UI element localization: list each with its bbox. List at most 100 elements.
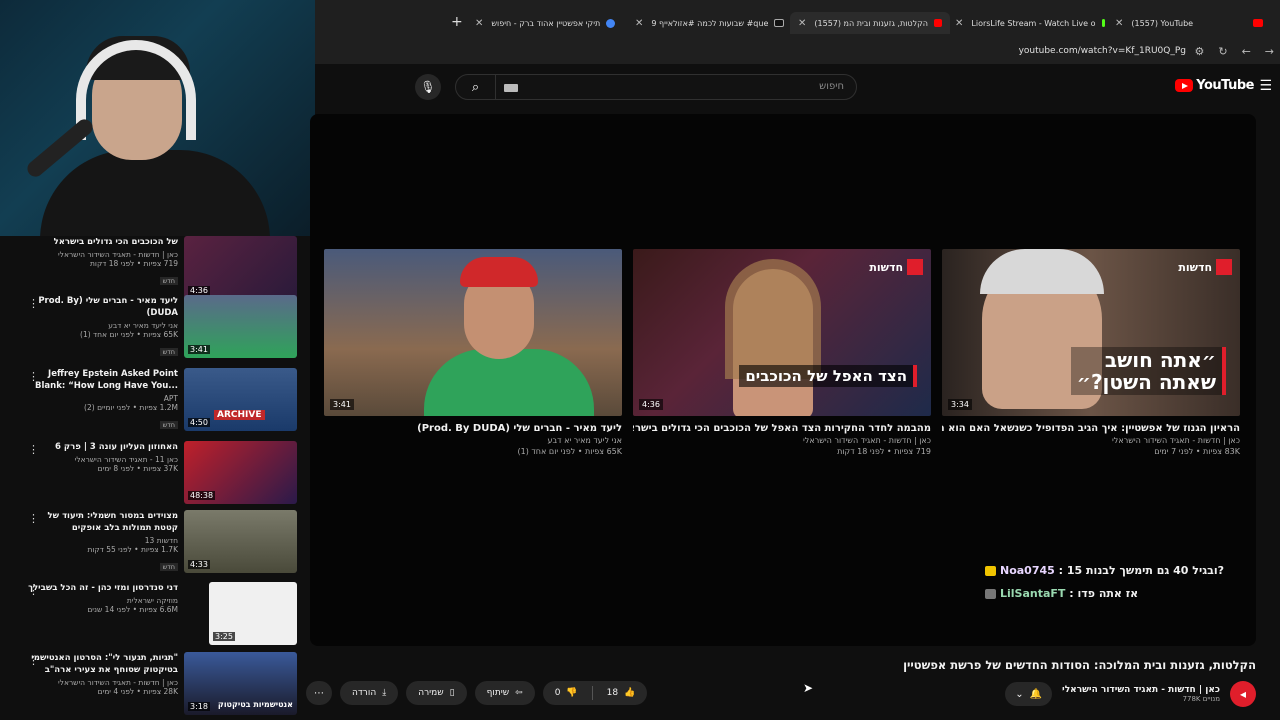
back-icon[interactable]: ←	[1242, 45, 1251, 58]
video-thumbnail[interactable]: אנטישמיות בטיקטוק 3:18	[184, 652, 297, 715]
close-tab-icon[interactable]: ✕	[475, 18, 483, 29]
endscreen-card[interactable]: 3:41 ליעד מאיר - חברים שלי (Prod. By DUD…	[324, 249, 622, 456]
video-thumbnail[interactable]: 4:33	[184, 510, 297, 573]
channel-info[interactable]: כאן | חדשות - תאגיד השידור הישראלי 778K …	[1062, 685, 1220, 703]
search-box[interactable]: ⌕ חיפוש	[455, 74, 857, 100]
list-item[interactable]: ⋮ 3:41 ליעד מאיר - חברים שלי (Prod. By D…	[18, 295, 300, 363]
new-tab-button[interactable]: +	[451, 14, 463, 30]
endscreen-meta: 83K צפיות • לפני 7 ימים	[1154, 447, 1240, 456]
duration-badge: 3:41	[188, 345, 210, 354]
search-input[interactable]: חיפוש	[819, 81, 844, 92]
list-item-title[interactable]: של הכוכבים הכי גדולים בישראל	[28, 236, 178, 248]
list-item-title[interactable]: Jeffrey Epstein Asked Point Blank: “How …	[28, 368, 178, 392]
streamer-body	[40, 150, 270, 236]
search-button[interactable]: ⌕	[456, 75, 496, 99]
more-actions-button[interactable]: ⋯	[306, 681, 332, 705]
youtube-logo[interactable]: YouTube	[1175, 78, 1254, 93]
endscreen-meta: 65K צפיות • לפני יום אחד (1)	[517, 447, 622, 456]
list-item[interactable]: ⋮ 3:25 דני סנדרסון ומזי כהן - זה הכל בשב…	[18, 582, 300, 650]
channel-name[interactable]: כאן | חדשות - תאגיד השידור הישראלי	[1062, 685, 1220, 695]
video-actions: ⋯ הורדה ⤓ שמירה ▯ שיתוף ⇦ 0 👎 18 👍	[306, 681, 648, 705]
list-item-info: Jeffrey Epstein Asked Point Blank: “How …	[28, 368, 178, 431]
chat-text: : אז אתה פדו	[1069, 587, 1139, 600]
endscreen-title[interactable]: הראיון הגנוז של אפשטיין: איך הגיב הפדופי…	[942, 423, 1240, 434]
browser-tab-active[interactable]: ✕ (1557) הקלטות, גזענות ובית המ	[790, 12, 950, 34]
address-bar[interactable]: youtube.com/watch?v=Kf_1RU0Q_Pg ⚙ ↻ ← →	[315, 42, 1280, 64]
duration-badge: 3:18	[188, 702, 210, 711]
chevron-down-icon: ⌄	[1015, 688, 1024, 700]
browser-tab[interactable]: ✕ LiorsLife Stream - Watch Live o	[955, 12, 1105, 34]
browser-tabbar: + ✕ תיקי אפשטיין אהוד ברק - חיפוש ✕ 9 שב…	[315, 0, 1280, 42]
list-item-channel: חדשות 13	[144, 536, 178, 545]
browser-tab[interactable]: ✕ 9 שבועות לכמה #אזולאייף #que	[635, 12, 785, 34]
list-item-channel: כאן | חדשות - תאגיד השידור הישראלי	[58, 678, 178, 687]
dislike-icon[interactable]: 👎	[566, 688, 577, 698]
endscreen-card[interactable]: חדשות הצד האפל של הכוכבים 4:36 מהבמה לחד…	[633, 249, 931, 456]
tab-label: 9 שבועות לכמה #אזולאייף #que	[651, 18, 769, 28]
subscription-bell-button[interactable]: ⌄ 🔔	[1005, 682, 1053, 706]
endscreen-thumbnail[interactable]: חדשות הצד האפל של הכוכבים 4:36	[633, 249, 931, 416]
list-item-title[interactable]: ליעד מאיר - חברים שלי (Prod. By DUDA)	[28, 295, 178, 319]
tune-icon[interactable]: ⚙	[1194, 45, 1204, 58]
like-icon[interactable]: 👍	[624, 688, 635, 698]
download-button[interactable]: הורדה ⤓	[340, 681, 399, 705]
keyboard-icon[interactable]	[504, 84, 518, 92]
url-text[interactable]: youtube.com/watch?v=Kf_1RU0Q_Pg	[1019, 46, 1186, 56]
list-item-views: 37K צפיות • לפני 8 ימים	[97, 464, 178, 473]
forward-icon[interactable]: →	[1265, 45, 1274, 58]
thumbnail-caption: ״אתה חושב שאתה השטן?״	[1070, 347, 1226, 395]
list-item-title[interactable]: האחוזון העליון עונה 3 | פרק 6	[28, 441, 178, 453]
duration-badge: 4:36	[639, 399, 663, 410]
duration-badge: 4:33	[188, 560, 210, 569]
video-thumbnail[interactable]: 4:36	[184, 236, 297, 299]
like-count: 18	[606, 688, 619, 698]
hamburger-menu-icon[interactable]: ☰	[1259, 78, 1272, 94]
endscreen-card[interactable]: חדשות ״אתה חושב שאתה השטן?״ 3:34 הראיון …	[942, 249, 1240, 456]
duration-badge: 4:36	[188, 286, 210, 295]
endscreen-channel: כאן | חדשות - תאגיד השידור הישראלי	[1112, 436, 1240, 445]
voice-search-button[interactable]: 🎙	[415, 74, 441, 100]
save-button[interactable]: שמירה ▯	[406, 681, 467, 705]
endscreen-title[interactable]: מהבמה לחדר החקירות הצד האפל של הכוכבים ה…	[633, 423, 931, 434]
list-item-title[interactable]: מצוידים במסור חשמלי: תיעוד של קטטת תמולו…	[28, 510, 178, 534]
video-thumbnail[interactable]: 3:41	[184, 295, 297, 358]
close-tab-icon[interactable]: ✕	[635, 18, 643, 29]
user-badge-icon	[985, 589, 996, 599]
nav-controls: ⚙ ↻ ← →	[1194, 45, 1274, 58]
endscreen-title[interactable]: ליעד מאיר - חברים שלי (Prod. By DUDA)	[324, 423, 622, 434]
more-icon: ⋯	[314, 687, 324, 699]
screen: + ✕ תיקי אפשטיין אהוד ברק - חיפוש ✕ 9 שב…	[0, 0, 1280, 720]
logo-text: YouTube	[1196, 78, 1254, 93]
badge-label: חדשות	[1178, 260, 1212, 274]
video-thumbnail[interactable]: 3:25	[209, 582, 297, 645]
list-item[interactable]: ⋮ 48:38 האחוזון העליון עונה 3 | פרק 6 כא…	[18, 441, 300, 509]
list-item[interactable]: 4:36 של הכוכבים הכי גדולים בישראל כאן | …	[18, 236, 300, 304]
browser-tab[interactable]: ✕ תיקי אפשטיין אהוד ברק - חיפוש	[475, 12, 625, 34]
close-tab-icon[interactable]: ✕	[955, 18, 963, 29]
kan-logo-icon	[1216, 259, 1232, 275]
chat-message: LilSantaFT : אז אתה פדו	[985, 587, 1245, 600]
share-button[interactable]: שיתוף ⇦	[474, 681, 535, 705]
duration-badge: 4:50	[188, 418, 210, 427]
endscreen-channel: כאן | חדשות - תאגיד השידור הישראלי	[803, 436, 931, 445]
endscreen-thumbnail[interactable]: 3:41	[324, 249, 622, 416]
endscreen-thumbnail[interactable]: חדשות ״אתה חושב שאתה השטן?״ 3:34	[942, 249, 1240, 416]
list-item-views: 6.6M צפיות • לפני 14 שנים	[87, 605, 178, 614]
tab-label: (1557) הקלטות, גזענות ובית המ	[814, 18, 929, 28]
channel-avatar[interactable]: ◂	[1230, 681, 1256, 707]
list-item-info: מצוידים במסור חשמלי: תיעוד של קטטת תמולו…	[28, 510, 178, 573]
video-thumbnail[interactable]: 48:38	[184, 441, 297, 504]
list-item[interactable]: ⋮ 4:33 מצוידים במסור חשמלי: תיעוד של קטט…	[18, 510, 300, 578]
list-item-views: 719 צפיות • לפני 18 דקות	[89, 259, 178, 268]
reload-icon[interactable]: ↻	[1218, 45, 1227, 58]
youtube-header: 🎙 ⌕ חיפוש YouTube ☰	[315, 64, 1280, 110]
list-item[interactable]: ⋮ ARCHIVE 4:50 Jeffrey Epstein Asked Poi…	[18, 368, 300, 436]
close-tab-icon[interactable]: ✕	[798, 18, 806, 29]
browser-tab[interactable]: ✕ (1557) YouTube	[1115, 12, 1265, 34]
list-item[interactable]: ⋮ אנטישמיות בטיקטוק 3:18 "תגיות, תגעור ל…	[18, 652, 300, 720]
list-item-title[interactable]: דני סנדרסון ומזי כהן - זה הכל בשבילך	[28, 582, 178, 594]
list-item-title[interactable]: "תגיות, תגעור לי": הסרטון האנטישמי בטיקט…	[28, 652, 178, 676]
video-thumbnail[interactable]: ARCHIVE 4:50	[184, 368, 297, 431]
youtube-play-icon	[1175, 79, 1194, 92]
close-tab-icon[interactable]: ✕	[1115, 18, 1123, 29]
